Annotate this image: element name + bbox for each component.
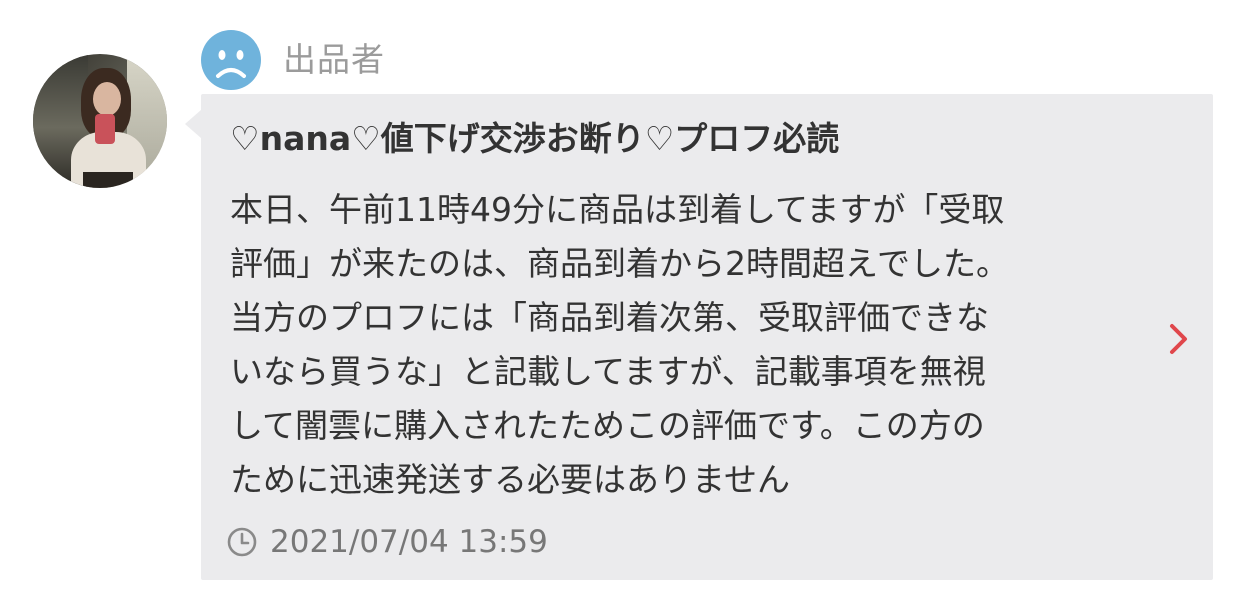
review-message: 本日、午前11時49分に商品は到着してますが「受取 評価」が来たのは、商品到着か… <box>230 190 1010 499</box>
chevron-right-icon[interactable] <box>1168 322 1190 356</box>
avatar-phone <box>95 114 115 144</box>
avatar-skirt <box>83 172 133 188</box>
clock-icon <box>227 527 257 557</box>
sad-face-icon <box>201 30 261 90</box>
review-item: 出品者 ♡nana♡値下げ交渉お断り♡プロフ必読 本日、午前11時49分に商品は… <box>0 0 1242 608</box>
timestamp-row: 2021/07/04 13:59 <box>226 522 548 562</box>
seller-name: ♡nana♡値下げ交渉お断り♡プロフ必読 <box>230 119 840 158</box>
seller-avatar[interactable] <box>33 54 167 188</box>
review-timestamp: 2021/07/04 13:59 <box>270 524 548 560</box>
bubble-tail <box>185 110 201 138</box>
seller-role-label: 出品者 <box>283 40 385 79</box>
avatar-face <box>93 82 121 116</box>
